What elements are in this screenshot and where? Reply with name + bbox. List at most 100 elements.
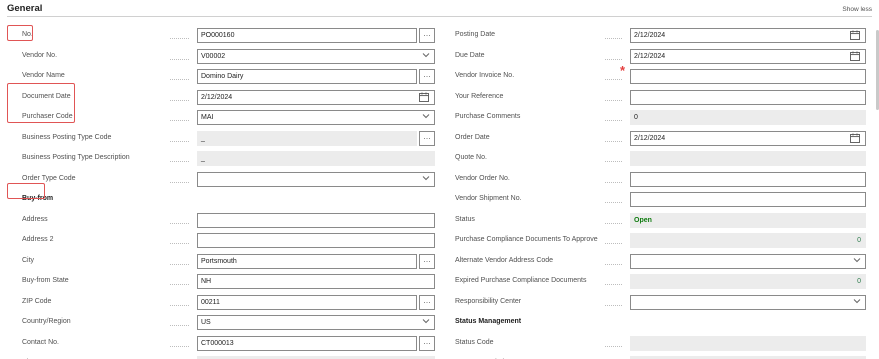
leader-dots xyxy=(605,38,622,39)
posting-date-field[interactable]: 2/12/2024 xyxy=(630,28,866,43)
leader-dots xyxy=(605,58,622,60)
ellipsis-icon[interactable]: … xyxy=(419,335,435,351)
leader-dots xyxy=(170,161,189,162)
chevron-down-icon[interactable] xyxy=(419,172,433,187)
leader-dots xyxy=(605,161,622,162)
field-label: Address xyxy=(22,215,48,223)
chevron-down-icon[interactable] xyxy=(850,295,864,310)
field-row-business-posting-type-code: Business Posting Type Code _… xyxy=(22,128,435,148)
field-row-purchaser-code: Purchaser Code MAI xyxy=(22,107,435,127)
field-label: Buy-from State xyxy=(22,277,69,284)
chevron-down-icon[interactable] xyxy=(419,315,433,330)
status-field: Open xyxy=(630,212,866,228)
leader-dots xyxy=(170,99,189,101)
ellipsis-icon[interactable]: … xyxy=(419,28,435,43)
quote-no-field xyxy=(630,151,866,166)
no-field[interactable]: PO000160 xyxy=(197,28,417,43)
calendar-icon[interactable] xyxy=(419,90,433,105)
field-label: City xyxy=(22,256,35,264)
field-label: Vendor No. xyxy=(22,51,58,59)
ellipsis-icon[interactable]: … xyxy=(419,69,435,84)
field-row-document-date: Document Date 2/12/2024 xyxy=(22,87,435,107)
vendor-no-field[interactable]: V00002 xyxy=(197,48,435,64)
address-2-field[interactable] xyxy=(197,233,435,248)
buy-from-state-field[interactable]: NH xyxy=(197,274,435,289)
field-row-purchase-comments: Purchase Comments 0 xyxy=(455,107,866,127)
show-less-link[interactable]: Show less xyxy=(842,6,872,13)
field-label: Address 2 xyxy=(22,236,54,243)
field-row-alternate-vendor-address-code: Alternate Vendor Address Code xyxy=(455,251,866,271)
leader-dots xyxy=(170,345,189,347)
vendor-order-no-field[interactable] xyxy=(630,171,866,187)
country-region-field[interactable]: US xyxy=(197,315,435,330)
field-label: Expired Purchase Compliance Documents xyxy=(455,277,587,284)
field-row-buy-from: Buy-from xyxy=(22,189,435,209)
header-divider xyxy=(7,16,872,17)
ellipsis-icon[interactable]: … xyxy=(419,253,435,269)
field-row-posting-date: Posting Date 2/12/2024 xyxy=(455,25,866,45)
field-label: Posting Date xyxy=(455,31,496,38)
calendar-icon[interactable] xyxy=(850,49,864,64)
field-label: Responsibility Center xyxy=(455,297,522,305)
field-label: Quote No. xyxy=(455,154,487,161)
field-row-vendor-no: Vendor No. V00002 xyxy=(22,46,435,66)
field-label: Purchase Comments xyxy=(455,113,521,120)
order-type-code-field[interactable] xyxy=(197,171,435,187)
vendor-name-field[interactable]: Domino Dairy xyxy=(197,69,417,84)
field-row-buy-from-state: Buy-from State NH xyxy=(22,271,435,291)
contact-no-field[interactable]: CT000013 xyxy=(197,335,417,351)
expired-purchase-compliance-documents-field[interactable]: 0 xyxy=(630,274,866,289)
field-label: Phone No. xyxy=(22,353,55,359)
field-row-city: City Portsmouth… xyxy=(22,251,435,271)
leader-dots xyxy=(605,120,622,121)
highlight-no xyxy=(7,25,33,41)
leader-dots xyxy=(605,99,622,101)
field-label: Alternate Vendor Address Code xyxy=(455,256,554,264)
field-label: Status Code xyxy=(455,338,494,346)
field-row-order-date: Order Date 2/12/2024 xyxy=(455,128,866,148)
chevron-down-icon[interactable] xyxy=(419,49,433,64)
status-code-field xyxy=(630,335,866,351)
chevron-down-icon[interactable] xyxy=(850,254,864,269)
field-row-address: Address xyxy=(22,210,435,230)
vendor-invoice-no-field[interactable] xyxy=(630,69,866,84)
chevron-down-icon[interactable] xyxy=(419,110,433,125)
business-posting-type-code-field: _ xyxy=(197,130,417,146)
field-row-address-2: Address 2 xyxy=(22,230,435,250)
highlight-buy-from xyxy=(7,183,45,199)
calendar-icon[interactable] xyxy=(850,131,864,146)
business-posting-type-description-field: _ xyxy=(197,151,435,166)
ellipsis-icon[interactable]: … xyxy=(419,130,435,146)
field-label: Status Management xyxy=(455,318,522,325)
your-reference-field[interactable] xyxy=(630,89,866,105)
leader-dots xyxy=(170,58,189,60)
field-row-no: No. PO000160… xyxy=(22,25,435,45)
field-row-your-reference: Your Reference xyxy=(455,87,866,107)
calendar-icon[interactable] xyxy=(850,28,864,43)
leader-dots xyxy=(170,263,189,265)
leader-dots xyxy=(605,345,622,347)
leader-dots xyxy=(170,243,189,244)
leader-dots xyxy=(170,120,189,121)
field-label: Country/Region xyxy=(22,318,71,325)
field-label: ZIP Code xyxy=(22,297,52,305)
purchase-compliance-documents-to-approve-field[interactable]: 0 xyxy=(630,233,866,248)
address-field[interactable] xyxy=(197,212,435,228)
zip-code-field[interactable]: 00211 xyxy=(197,294,417,310)
due-date-field[interactable]: 2/12/2024 xyxy=(630,48,866,64)
field-row-vendor-shipment-no: Vendor Shipment No. xyxy=(455,189,866,209)
purchaser-code-field[interactable]: MAI xyxy=(197,110,435,125)
ellipsis-icon[interactable]: … xyxy=(419,294,435,310)
order-date-field[interactable]: 2/12/2024 xyxy=(630,130,866,146)
field-row-contact-no: Contact No. CT000013… xyxy=(22,333,435,353)
city-field[interactable]: Portsmouth xyxy=(197,253,417,269)
field-row-responsibility-center: Responsibility Center xyxy=(455,292,866,312)
document-date-field[interactable]: 2/12/2024 xyxy=(197,89,435,105)
leader-dots xyxy=(605,79,622,80)
vendor-shipment-no-field[interactable] xyxy=(630,192,866,207)
leader-dots xyxy=(170,304,189,306)
responsibility-center-field[interactable] xyxy=(630,294,866,310)
leader-dots xyxy=(605,263,622,265)
alternate-vendor-address-code-field[interactable] xyxy=(630,253,866,269)
field-label: Contact No. xyxy=(22,338,59,346)
